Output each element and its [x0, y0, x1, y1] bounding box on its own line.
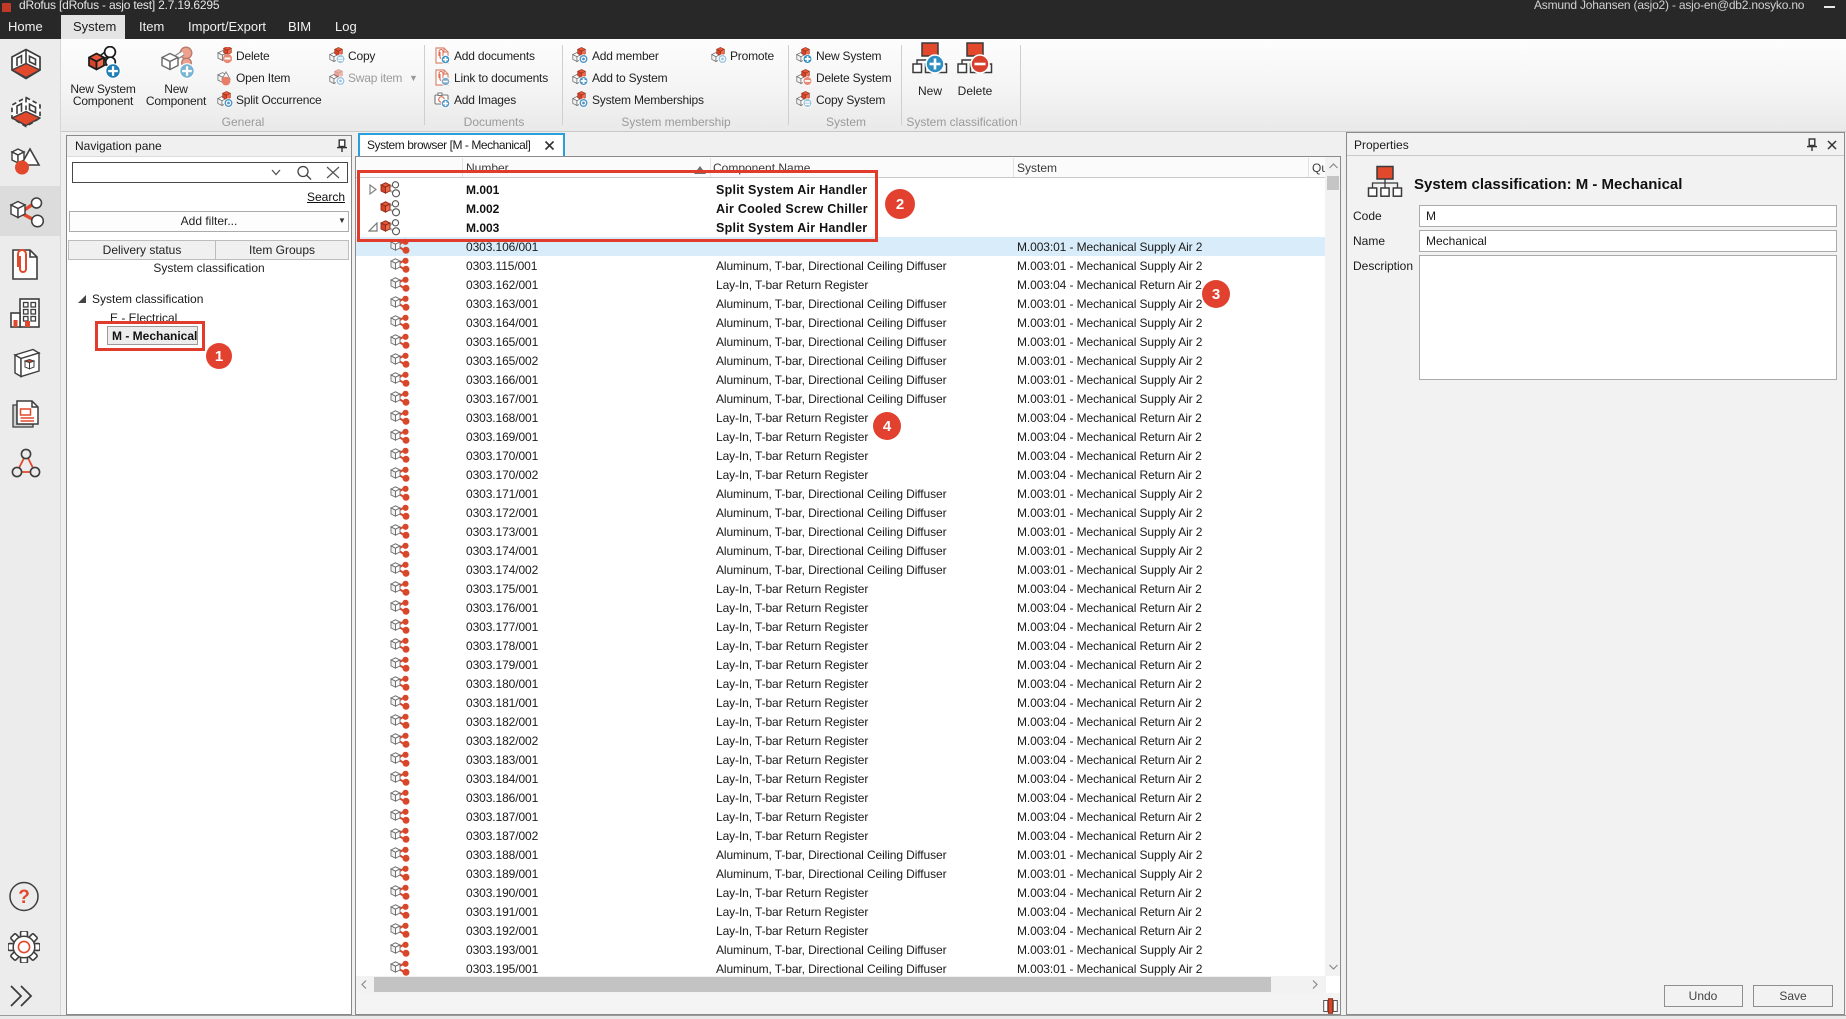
svg-text:?: ?	[18, 887, 30, 908]
